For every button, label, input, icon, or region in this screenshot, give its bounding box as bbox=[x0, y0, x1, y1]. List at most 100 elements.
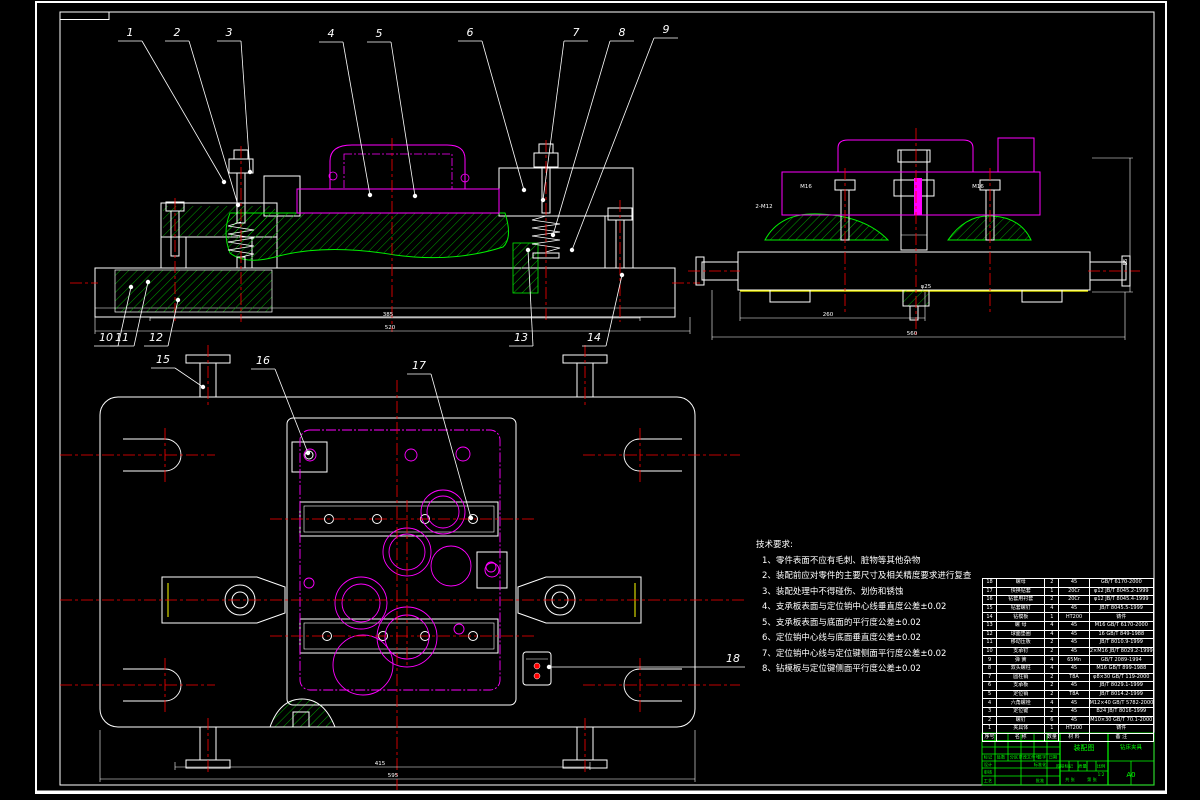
bom-header-cell: 备 注 bbox=[1088, 732, 1155, 743]
balloon-leader bbox=[552, 40, 611, 236]
balloon-leader bbox=[390, 41, 416, 197]
dimension-text: 385 bbox=[383, 312, 394, 318]
balloon-4: 4 bbox=[319, 27, 373, 198]
balloon-number: 15 bbox=[156, 353, 170, 366]
bom-row: 3 定位键 2 45 B24 JB/T 8016-1999 bbox=[981, 706, 1155, 717]
bom-table: 18 螺母 2 45 GB/T 6170-2000 17 快换钻套 1 20Cr φ12 JB/T… bbox=[981, 578, 1155, 743]
bom-cell: 16 GB/T 849-1988 bbox=[1088, 629, 1155, 640]
tb-scale-value: 1:2 bbox=[1098, 772, 1105, 777]
bom-cell: HT200 bbox=[1058, 724, 1090, 734]
leader-dot bbox=[175, 297, 181, 303]
bom-cell: 18 bbox=[981, 578, 998, 588]
leader-dot bbox=[221, 179, 227, 185]
bom-row: 16 钻套用衬套 2 20Cr φ12 JB/T 8045.4-1999 bbox=[981, 595, 1155, 605]
bom-cell: 3 bbox=[981, 706, 998, 717]
bom-cell: 螺钉 bbox=[996, 715, 1046, 726]
side-workpiece-section-right bbox=[947, 215, 1032, 241]
dimension-text: 85 bbox=[1123, 258, 1129, 265]
bom-header-cell: 序号 bbox=[981, 732, 998, 743]
leader-dot bbox=[247, 169, 253, 175]
tb-label-docno: 更改文件号 bbox=[1019, 754, 1040, 761]
tb-label-process: 工艺 bbox=[984, 778, 992, 783]
bom-row: 18 螺母 2 45 GB/T 6170-2000 bbox=[981, 578, 1155, 588]
bom-cell: 1 bbox=[1044, 724, 1060, 734]
bom-cell: 4 bbox=[981, 698, 998, 708]
bom-cell: 螺母 bbox=[996, 578, 1046, 588]
bom-cell: 6 bbox=[981, 681, 998, 691]
balloon-number: 1 bbox=[127, 26, 134, 39]
balloon-6: 6 bbox=[458, 26, 527, 193]
bom-cell: 2 bbox=[1044, 672, 1060, 683]
balloon-number: 9 bbox=[663, 23, 670, 36]
leader-dot bbox=[235, 202, 241, 208]
balloon-number: 5 bbox=[376, 27, 383, 40]
bom-row: 12 球面垫圈 4 45 16 GB/T 849-1988 bbox=[981, 629, 1155, 640]
bom-cell: 9 bbox=[981, 655, 998, 665]
bom-cell: 双头螺柱 bbox=[996, 663, 1046, 674]
balloon-number: 13 bbox=[514, 331, 528, 344]
bom-row: 4 六角螺栓 4 45 M12×40 GB/T 5782-2000 bbox=[981, 698, 1155, 708]
bom-row: 17 快换钻套 1 20Cr φ12 JB/T 8045.2-1999 bbox=[981, 586, 1155, 597]
balloon-number: 16 bbox=[256, 354, 270, 367]
bom-cell: JB/T 8029.1-1999 bbox=[1088, 681, 1155, 691]
tech-requirement-item-3: 3、装配处理中不得碰伤、划伤和锈蚀 bbox=[762, 586, 904, 597]
balloon-number: 10 bbox=[99, 331, 113, 344]
bom-cell: 17 bbox=[981, 586, 998, 597]
bom-cell: 20Cr bbox=[1058, 586, 1090, 597]
tech-requirement-item-6: 6、定位销中心线与底面垂直度公差±0.02 bbox=[762, 633, 921, 643]
tb-label-sign: 签字 bbox=[1038, 754, 1046, 760]
balloon-number: 12 bbox=[149, 331, 163, 344]
bom-cell: 定位键 bbox=[996, 706, 1046, 717]
bom-cell: M12×40 GB/T 5782-2000 bbox=[1088, 698, 1155, 708]
bom-cell: 2 bbox=[1044, 646, 1060, 657]
bom-cell: 45 bbox=[1058, 706, 1090, 717]
plan-workpiece-outline bbox=[299, 429, 501, 696]
tb-label-design: 设计 bbox=[984, 761, 992, 768]
bom-cell: 6 bbox=[1044, 715, 1060, 726]
tb-label-count: 处数 bbox=[997, 754, 1006, 761]
bom-row: 13 螺 母 4 45 M16 GB/T 6170-2000 bbox=[981, 620, 1155, 631]
dimension-text: 2-M12 bbox=[755, 204, 772, 210]
bom-row: 1 夹具体 1 HT200 铸件 bbox=[981, 724, 1155, 734]
tb-label-zone: 分区 bbox=[1010, 754, 1018, 761]
balloon-number: 2 bbox=[174, 26, 181, 39]
bom-cell: M16 GB/T 6170-2000 bbox=[1088, 620, 1155, 631]
balloon-leader bbox=[571, 37, 655, 251]
bom-cell: 钻套用衬套 bbox=[996, 595, 1046, 605]
annotation-layer: 1 2 3 4 5 6 7 8 910 11 12 13 1415 16 17183855202605608… bbox=[94, 23, 1129, 779]
bom-cell: 13 bbox=[981, 620, 998, 631]
bom-row: 7 圆柱销 2 T8A φ8×30 GB/T 119-2000 bbox=[981, 672, 1155, 683]
bom-cell: 支承板 bbox=[996, 681, 1046, 691]
plan-corner-slots bbox=[123, 438, 682, 702]
bom-cell: 1 bbox=[1044, 586, 1060, 597]
bom-cell: φ8×30 GB/T 119-2000 bbox=[1088, 672, 1155, 683]
bom-header-cell: 数量 bbox=[1044, 732, 1060, 743]
bom-cell: GB/T 2089-1994 bbox=[1088, 655, 1155, 665]
bom-row: 2 螺钉 6 45 M10×30 GB/T 70.1-2000 bbox=[981, 715, 1155, 726]
bom-row: 5 定位销 2 T8A JB/T 8014.2-1999 bbox=[981, 689, 1155, 700]
bom-cell: 4 bbox=[1044, 603, 1060, 614]
bom-cell: 螺 母 bbox=[996, 620, 1046, 631]
leader-dot bbox=[128, 284, 134, 290]
bom-cell: T8A bbox=[1058, 689, 1090, 700]
bom-cell: M10×30 GB/T 70.1-2000 bbox=[1088, 715, 1155, 726]
plan-section-bump bbox=[269, 698, 336, 728]
bom-row: 14 钻模板 1 HT200 铸件 bbox=[981, 612, 1155, 622]
bom-cell: 4 bbox=[1044, 655, 1060, 665]
tb-label-weight: 质量 bbox=[1078, 763, 1086, 770]
bom-cell: 夹具体 bbox=[996, 724, 1046, 734]
bom-row: 15 钻套螺钉 4 45 JB/T 8045.5-1999 bbox=[981, 603, 1155, 614]
bom-cell: 20Cr bbox=[1058, 595, 1090, 605]
bom-row: 9弹 簧 4 65Mn GB/T 2089-1994 bbox=[981, 655, 1155, 665]
bom-cell: 钻模板 bbox=[996, 612, 1046, 622]
bom-cell: 4 bbox=[1044, 620, 1060, 631]
bom-row: 11 移动压板 2 45 JB/T 8010.9-1999 bbox=[981, 638, 1155, 648]
tb-label-date: 日期 bbox=[1049, 755, 1057, 761]
tb-label-standard: 标准化 bbox=[1034, 761, 1047, 768]
leader-dot bbox=[468, 515, 474, 521]
tech-requirement-item-2: 2、装配前应对零件的主要尺寸及相关精度要求进行复查 bbox=[762, 571, 972, 581]
bom-cell: 45 bbox=[1058, 681, 1090, 691]
bom-cell: 4 bbox=[1044, 629, 1060, 640]
leader-dot bbox=[367, 192, 373, 198]
side-base bbox=[737, 251, 1091, 291]
